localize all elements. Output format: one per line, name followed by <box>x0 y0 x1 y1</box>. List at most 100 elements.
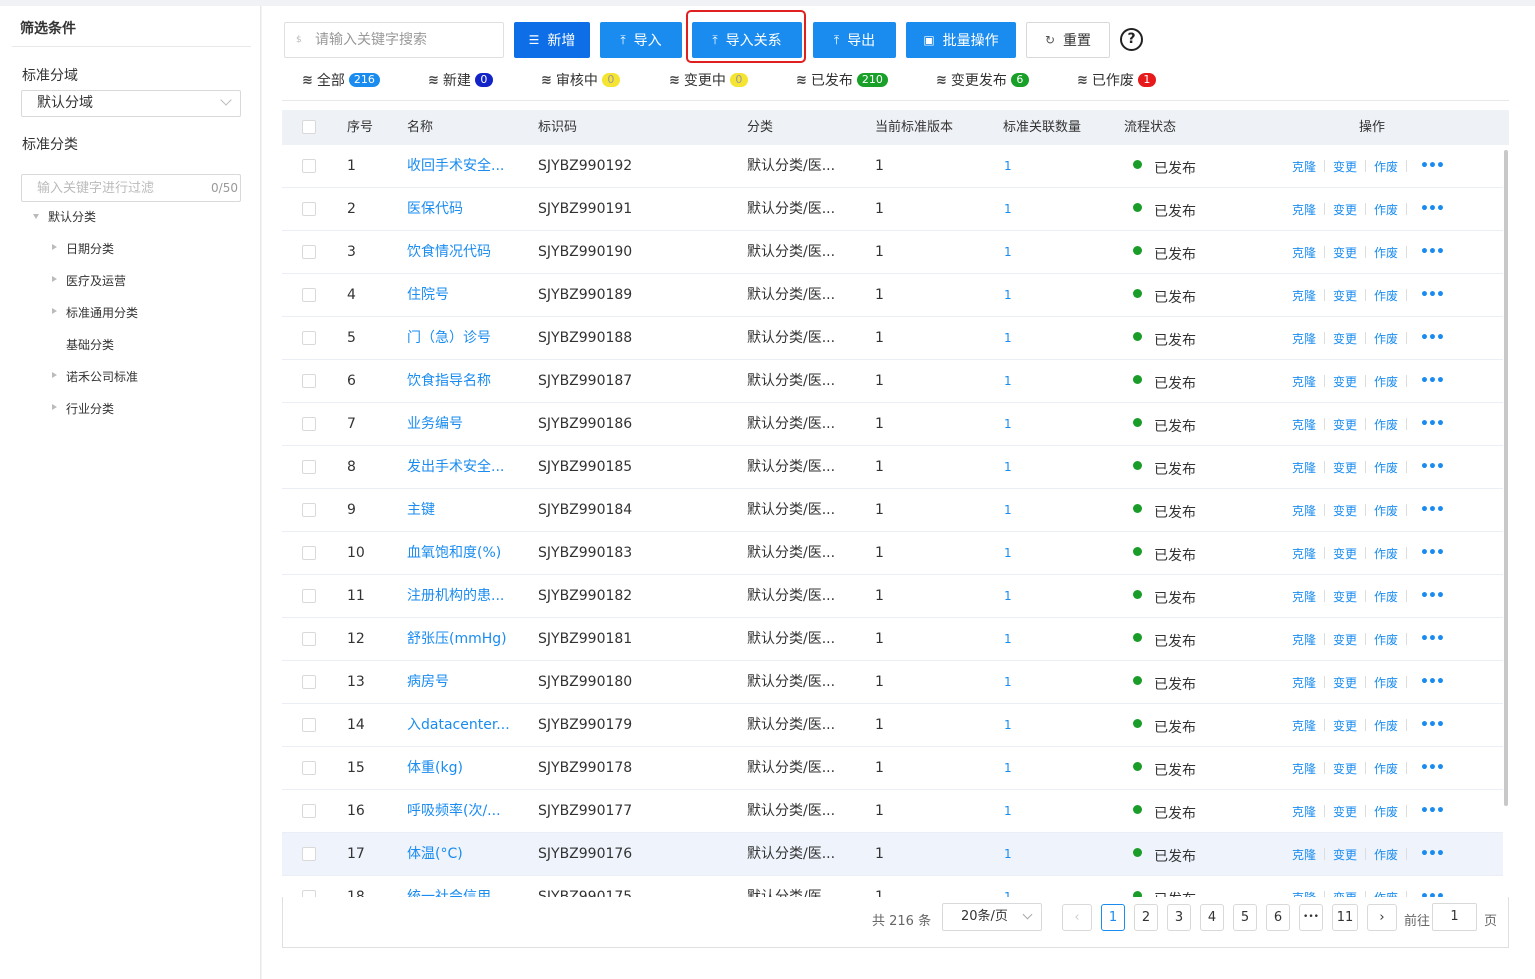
row-checkbox[interactable] <box>302 159 316 173</box>
clone-link[interactable]: 克隆 <box>1292 158 1316 175</box>
standard-name-link[interactable]: 饮食指导名称 <box>407 360 491 402</box>
more-icon[interactable]: ••• <box>1420 674 1445 690</box>
void-link[interactable]: 作废 <box>1374 158 1398 175</box>
tab-voided[interactable]: ≋ 已作废 1 <box>1077 70 1156 90</box>
relation-count-link[interactable]: 1 <box>1004 532 1012 574</box>
more-icon[interactable]: ••• <box>1420 631 1445 647</box>
row-checkbox[interactable] <box>302 890 316 897</box>
standard-name-link[interactable]: 病房号 <box>407 661 449 703</box>
clone-link[interactable]: 克隆 <box>1292 674 1316 691</box>
table-row[interactable]: 17 体温(°C) SJYBZ990176 默认分类/医... 1 1 已发布 … <box>282 833 1503 876</box>
add-button[interactable]: ☰ 新增 <box>514 22 590 58</box>
tree-node[interactable]: 标准通用分类 <box>66 304 138 321</box>
void-link[interactable]: 作废 <box>1374 803 1398 820</box>
more-icon[interactable]: ••• <box>1420 244 1445 260</box>
change-link[interactable]: 变更 <box>1333 244 1357 261</box>
change-link[interactable]: 变更 <box>1333 631 1357 648</box>
row-checkbox[interactable] <box>302 202 316 216</box>
standard-name-link[interactable]: 统一社会信用... <box>407 876 504 897</box>
clone-link[interactable]: 克隆 <box>1292 416 1316 433</box>
clone-link[interactable]: 克隆 <box>1292 588 1316 605</box>
change-link[interactable]: 变更 <box>1333 760 1357 777</box>
page-button[interactable]: 5 <box>1233 904 1257 931</box>
standard-name-link[interactable]: 注册机构的患... <box>407 575 504 617</box>
page-button[interactable]: 1 <box>1101 904 1125 931</box>
change-link[interactable]: 变更 <box>1333 373 1357 390</box>
relation-count-link[interactable]: 1 <box>1004 446 1012 488</box>
more-pages-button[interactable]: ••• <box>1299 904 1323 931</box>
void-link[interactable]: 作废 <box>1374 373 1398 390</box>
import-button[interactable]: ⤒ 导入 <box>600 22 682 58</box>
table-row[interactable]: 8 发出手术安全... SJYBZ990185 默认分类/医... 1 1 已发… <box>282 446 1503 489</box>
clone-link[interactable]: 克隆 <box>1292 244 1316 261</box>
change-link[interactable]: 变更 <box>1333 889 1357 898</box>
standard-name-link[interactable]: 住院号 <box>407 274 449 316</box>
tree-collapse-icon[interactable] <box>52 372 57 378</box>
clone-link[interactable]: 克隆 <box>1292 631 1316 648</box>
row-checkbox[interactable] <box>302 546 316 560</box>
more-icon[interactable]: ••• <box>1420 287 1445 303</box>
relation-count-link[interactable]: 1 <box>1004 790 1012 832</box>
change-link[interactable]: 变更 <box>1333 416 1357 433</box>
standard-name-link[interactable]: 医保代码 <box>407 188 463 230</box>
row-checkbox[interactable] <box>302 718 316 732</box>
relation-count-link[interactable]: 1 <box>1004 489 1012 531</box>
table-row[interactable]: 6 饮食指导名称 SJYBZ990187 默认分类/医... 1 1 已发布 克… <box>282 360 1503 403</box>
standard-name-link[interactable]: 体温(°C) <box>407 833 463 875</box>
tree-node[interactable]: 医疗及运营 <box>66 272 126 289</box>
change-link[interactable]: 变更 <box>1333 459 1357 476</box>
standard-name-link[interactable]: 呼吸频率(次/... <box>407 790 501 832</box>
more-icon[interactable]: ••• <box>1420 846 1445 862</box>
clone-link[interactable]: 克隆 <box>1292 889 1316 898</box>
void-link[interactable]: 作废 <box>1374 459 1398 476</box>
tab-all[interactable]: ≋ 全部 216 <box>302 70 380 90</box>
change-link[interactable]: 变更 <box>1333 502 1357 519</box>
standard-name-link[interactable]: 体重(kg) <box>407 747 463 789</box>
void-link[interactable]: 作废 <box>1374 287 1398 304</box>
void-link[interactable]: 作废 <box>1374 545 1398 562</box>
void-link[interactable]: 作废 <box>1374 244 1398 261</box>
standard-name-link[interactable]: 门（急）诊号 <box>407 317 491 359</box>
export-button[interactable]: ⤒ 导出 <box>813 22 896 58</box>
goto-page-input[interactable]: 1 <box>1432 903 1477 931</box>
more-icon[interactable]: ••• <box>1420 588 1445 604</box>
table-row[interactable]: 16 呼吸频率(次/... SJYBZ990177 默认分类/医... 1 1 … <box>282 790 1503 833</box>
change-link[interactable]: 变更 <box>1333 545 1357 562</box>
standard-name-link[interactable]: 收回手术安全... <box>407 145 504 187</box>
table-row[interactable]: 9 主键 SJYBZ990184 默认分类/医... 1 1 已发布 克隆 变更… <box>282 489 1503 532</box>
standard-name-link[interactable]: 业务编号 <box>407 403 463 445</box>
relation-count-link[interactable]: 1 <box>1004 575 1012 617</box>
row-checkbox[interactable] <box>302 675 316 689</box>
relation-count-link[interactable]: 1 <box>1004 188 1012 230</box>
table-row[interactable]: 3 饮食情况代码 SJYBZ990190 默认分类/医... 1 1 已发布 克… <box>282 231 1503 274</box>
relation-count-link[interactable]: 1 <box>1004 876 1012 897</box>
tab-new[interactable]: ≋ 新建 0 <box>428 70 493 90</box>
tab-published[interactable]: ≋ 已发布 210 <box>796 70 888 90</box>
void-link[interactable]: 作废 <box>1374 330 1398 347</box>
reset-button[interactable]: ↻ 重置 <box>1026 22 1110 58</box>
help-icon[interactable]: ? <box>1120 28 1143 51</box>
page-button[interactable]: 3 <box>1167 904 1191 931</box>
change-link[interactable]: 变更 <box>1333 158 1357 175</box>
row-checkbox[interactable] <box>302 460 316 474</box>
row-checkbox[interactable] <box>302 374 316 388</box>
table-row[interactable]: 7 业务编号 SJYBZ990186 默认分类/医... 1 1 已发布 克隆 … <box>282 403 1503 446</box>
clone-link[interactable]: 克隆 <box>1292 201 1316 218</box>
row-checkbox[interactable] <box>302 804 316 818</box>
void-link[interactable]: 作废 <box>1374 201 1398 218</box>
page-button[interactable]: 11 <box>1332 904 1358 931</box>
more-icon[interactable]: ••• <box>1420 502 1445 518</box>
change-link[interactable]: 变更 <box>1333 717 1357 734</box>
void-link[interactable]: 作废 <box>1374 760 1398 777</box>
row-checkbox[interactable] <box>302 503 316 517</box>
relation-count-link[interactable]: 1 <box>1004 833 1012 875</box>
relation-count-link[interactable]: 1 <box>1004 231 1012 273</box>
table-row[interactable]: 14 入datacenter... SJYBZ990179 默认分类/医... … <box>282 704 1503 747</box>
relation-count-link[interactable]: 1 <box>1004 661 1012 703</box>
void-link[interactable]: 作废 <box>1374 674 1398 691</box>
clone-link[interactable]: 克隆 <box>1292 717 1316 734</box>
table-row[interactable]: 2 医保代码 SJYBZ990191 默认分类/医... 1 1 已发布 克隆 … <box>282 188 1503 231</box>
select-all-checkbox[interactable] <box>302 120 316 134</box>
table-row[interactable]: 5 门（急）诊号 SJYBZ990188 默认分类/医... 1 1 已发布 克… <box>282 317 1503 360</box>
tree-collapse-icon[interactable] <box>52 276 57 282</box>
